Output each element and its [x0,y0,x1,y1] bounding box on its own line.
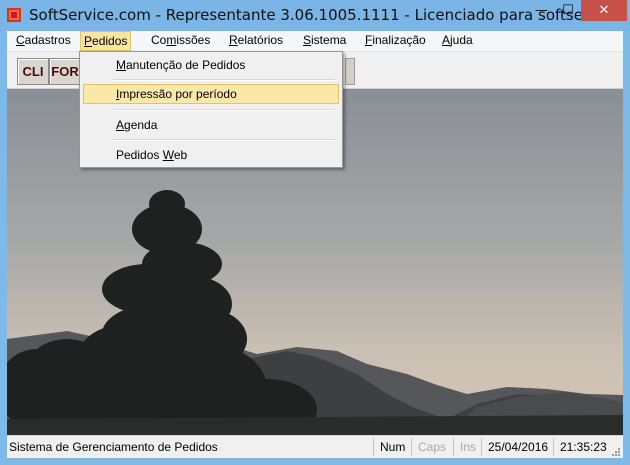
menuitem-impressao-por-periodo[interactable]: Impressão por período [83,84,339,104]
menu-mnemonic: S [303,33,312,47]
menu-comissoes[interactable]: Comissões [151,33,210,49]
menuitem-label: Impressão por período [116,87,237,101]
menu-separator [113,139,335,141]
menu-mnemonic: R [229,33,238,47]
window-title: SoftService.com - Representante 3.06.100… [29,6,603,24]
toolbar-button-partial[interactable] [345,58,355,85]
menu-cadastros[interactable]: Cadastros [16,33,71,49]
menu-label: juda [450,33,473,47]
pedidos-dropdown-menu: Manutenção de Pedidos Impressão por perí… [79,51,343,168]
menu-label: inalização [372,33,426,47]
menuitem-pedidos-web[interactable]: Pedidos Web [83,145,339,165]
app-window: SoftService.com - Representante 3.06.100… [0,0,630,465]
status-date: 25/04/2016 [481,438,554,456]
app-icon [7,8,21,22]
menu-mnemonic: P [84,34,93,48]
menu-mnemonic: C [16,33,25,47]
status-time: 21:35:23 [553,438,612,456]
menu-finalizacao[interactable]: Finalização [365,33,426,49]
status-num-indicator: Num [373,438,412,456]
status-caps-indicator: Caps [411,438,454,456]
title-bar[interactable]: SoftService.com - Representante 3.06.100… [0,0,630,31]
menu-label: adastros [24,33,71,47]
menu-ajuda[interactable]: Ajuda [442,33,473,49]
menu-sistema[interactable]: Sistema [303,33,346,49]
menu-mnemonic: A [442,33,451,47]
menuitem-agenda[interactable]: Agenda [83,115,339,135]
menu-mnemonic: m [166,33,177,47]
menu-relatorios[interactable]: Relatórios [229,33,283,49]
menu-label: Co [151,33,167,47]
menuitem-label: Agenda [116,118,158,132]
menu-label: edidos [92,34,128,48]
menu-label: issões [176,33,211,47]
status-message: Sistema de Gerenciamento de Pedidos [9,440,218,454]
menu-pedidos[interactable]: Pedidos [80,31,132,51]
menu-bar: Cadastros Pedidos Comissões Relatórios S… [7,31,623,52]
menu-label: istema [311,33,347,47]
menuitem-manutencao-de-pedidos[interactable]: Manutenção de Pedidos [83,55,339,75]
menu-separator [113,109,335,111]
minimize-button[interactable]: — [528,0,555,21]
close-button[interactable]: ✕ [581,0,627,21]
toolbar-button-clientes[interactable]: CLI [17,58,49,85]
menuitem-label: Manutenção de Pedidos [116,58,246,72]
toolbar-button-fornecedores[interactable]: FOR [49,58,81,85]
menuitem-label: Pedidos Web [116,148,188,162]
resize-grip-icon[interactable] [611,447,621,457]
status-ins-indicator: Ins [453,438,482,456]
menu-label: elatórios [237,33,284,47]
menu-separator [113,79,335,81]
status-bar: Sistema de Gerenciamento de Pedidos Num … [7,435,623,458]
maximize-button[interactable]: ☐ [555,0,581,21]
